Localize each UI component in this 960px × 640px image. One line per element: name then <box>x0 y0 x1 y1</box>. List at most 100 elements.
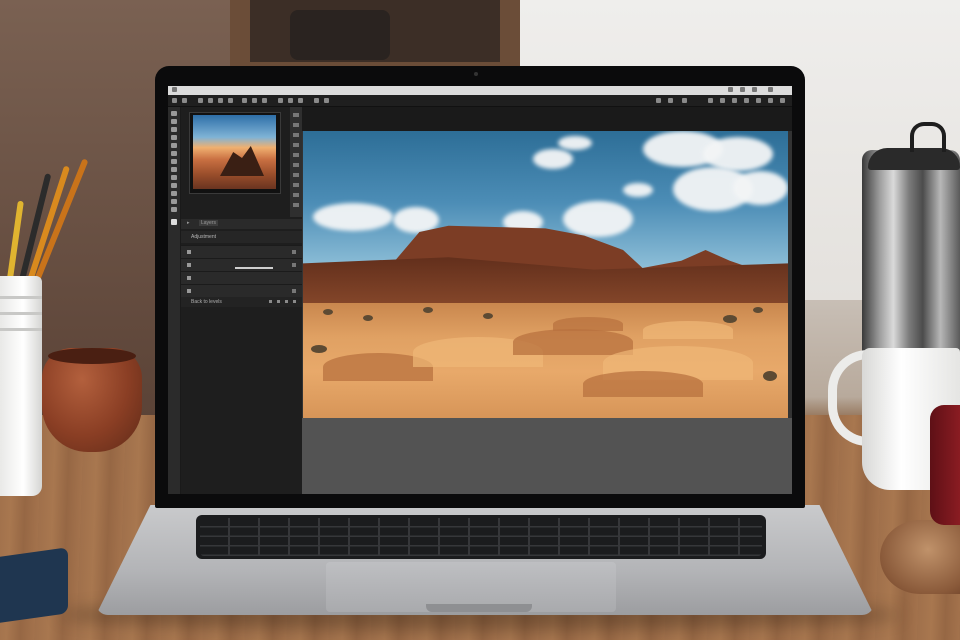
cloud <box>313 203 393 231</box>
visibility-icon[interactable] <box>292 250 296 254</box>
visibility-icon[interactable] <box>292 263 296 267</box>
dune-shadow <box>513 329 633 355</box>
type-icon[interactable] <box>171 191 177 196</box>
cloud <box>558 136 592 150</box>
keyboard-keys <box>200 518 762 556</box>
panel-icon[interactable] <box>293 153 299 157</box>
trash-icon[interactable] <box>293 300 296 303</box>
crop-icon[interactable] <box>171 135 177 140</box>
visibility-icon[interactable] <box>292 289 296 293</box>
tool-preset-icon[interactable] <box>182 98 187 103</box>
share-icon[interactable] <box>682 98 687 103</box>
gradient-icon[interactable] <box>171 175 177 180</box>
foreground-color-icon[interactable] <box>171 219 177 225</box>
layer-row[interactable] <box>181 258 302 271</box>
align-icon[interactable] <box>278 98 283 103</box>
option-icon[interactable] <box>768 98 773 103</box>
lasso-icon[interactable] <box>171 127 177 132</box>
app-logo-icon[interactable] <box>172 87 177 92</box>
document-canvas[interactable] <box>303 131 788 418</box>
stamp-icon[interactable] <box>171 159 177 164</box>
options-bar <box>168 95 792 107</box>
option-icon[interactable] <box>720 98 725 103</box>
window-control-icon[interactable] <box>740 87 745 92</box>
cup-ring <box>0 296 42 299</box>
option-icon[interactable] <box>744 98 749 103</box>
dune-shadow <box>583 371 703 397</box>
panel-icon[interactable] <box>293 173 299 177</box>
opacity-slider[interactable] <box>235 267 273 269</box>
cup-ring <box>0 328 42 331</box>
shelf-object <box>290 10 390 60</box>
layer-icon <box>187 250 191 254</box>
option-icon[interactable] <box>242 98 247 103</box>
tab-icon[interactable]: ▸ <box>187 220 190 226</box>
panel-icon[interactable] <box>293 113 299 117</box>
notebook <box>0 547 68 623</box>
option-icon[interactable] <box>252 98 257 103</box>
panel-icon[interactable] <box>293 133 299 137</box>
option-icon[interactable] <box>228 98 233 103</box>
move-icon[interactable] <box>171 111 177 116</box>
shrub <box>753 307 763 313</box>
tab-layers[interactable]: Layers <box>199 220 219 226</box>
option-icon[interactable] <box>218 98 223 103</box>
navigator-thumbnail[interactable] <box>193 115 276 189</box>
eyedropper-icon[interactable] <box>171 143 177 148</box>
laptop-screen: ▸ Layers Adjustment Back to levels <box>168 86 792 494</box>
properties-title: Adjustment <box>191 234 217 240</box>
properties-header: Adjustment <box>181 231 302 243</box>
shrub <box>363 315 373 321</box>
reset-icon[interactable] <box>277 300 280 303</box>
shrub <box>311 345 327 353</box>
panel-icon[interactable] <box>293 193 299 197</box>
panel-icon[interactable] <box>293 183 299 187</box>
option-icon[interactable] <box>314 98 319 103</box>
zoom-icon[interactable] <box>171 207 177 212</box>
wooden-saucer <box>880 520 960 594</box>
layer-row[interactable] <box>181 284 302 297</box>
cloud <box>563 201 633 237</box>
shrub <box>763 371 777 381</box>
cloud <box>623 183 653 197</box>
layer-row[interactable] <box>181 271 302 284</box>
home-icon[interactable] <box>172 98 177 103</box>
mask-icon <box>187 289 191 293</box>
new-layer-icon[interactable] <box>269 300 272 303</box>
window-control-icon[interactable] <box>752 87 757 92</box>
panel-icon[interactable] <box>293 203 299 207</box>
bowl-rim <box>48 348 136 364</box>
window-control-icon[interactable] <box>768 87 773 92</box>
layer-row[interactable] <box>181 245 302 258</box>
pencil-cup <box>0 276 42 496</box>
canvas-top-margin <box>302 107 792 131</box>
option-icon[interactable] <box>208 98 213 103</box>
marquee-icon[interactable] <box>171 119 177 124</box>
align-icon[interactable] <box>298 98 303 103</box>
panel-tabs: ▸ Layers <box>181 219 302 229</box>
cloud <box>393 207 439 233</box>
panel-icon[interactable] <box>293 163 299 167</box>
layer-icon <box>187 263 191 267</box>
align-icon[interactable] <box>288 98 293 103</box>
option-icon[interactable] <box>756 98 761 103</box>
pen-icon[interactable] <box>171 183 177 188</box>
option-icon[interactable] <box>780 98 785 103</box>
option-icon[interactable] <box>262 98 267 103</box>
option-icon[interactable] <box>732 98 737 103</box>
red-mug <box>930 405 960 525</box>
eraser-icon[interactable] <box>171 167 177 172</box>
workspace-icon[interactable] <box>668 98 673 103</box>
option-icon[interactable] <box>198 98 203 103</box>
search-icon[interactable] <box>656 98 661 103</box>
visibility-icon[interactable] <box>285 300 288 303</box>
option-icon[interactable] <box>708 98 713 103</box>
layer-icon <box>187 276 191 280</box>
panel-icon[interactable] <box>293 143 299 147</box>
webcam <box>474 72 478 76</box>
hand-icon[interactable] <box>171 199 177 204</box>
brush-icon[interactable] <box>171 151 177 156</box>
option-icon[interactable] <box>324 98 329 103</box>
window-control-icon[interactable] <box>728 87 733 92</box>
panel-icon[interactable] <box>293 123 299 127</box>
